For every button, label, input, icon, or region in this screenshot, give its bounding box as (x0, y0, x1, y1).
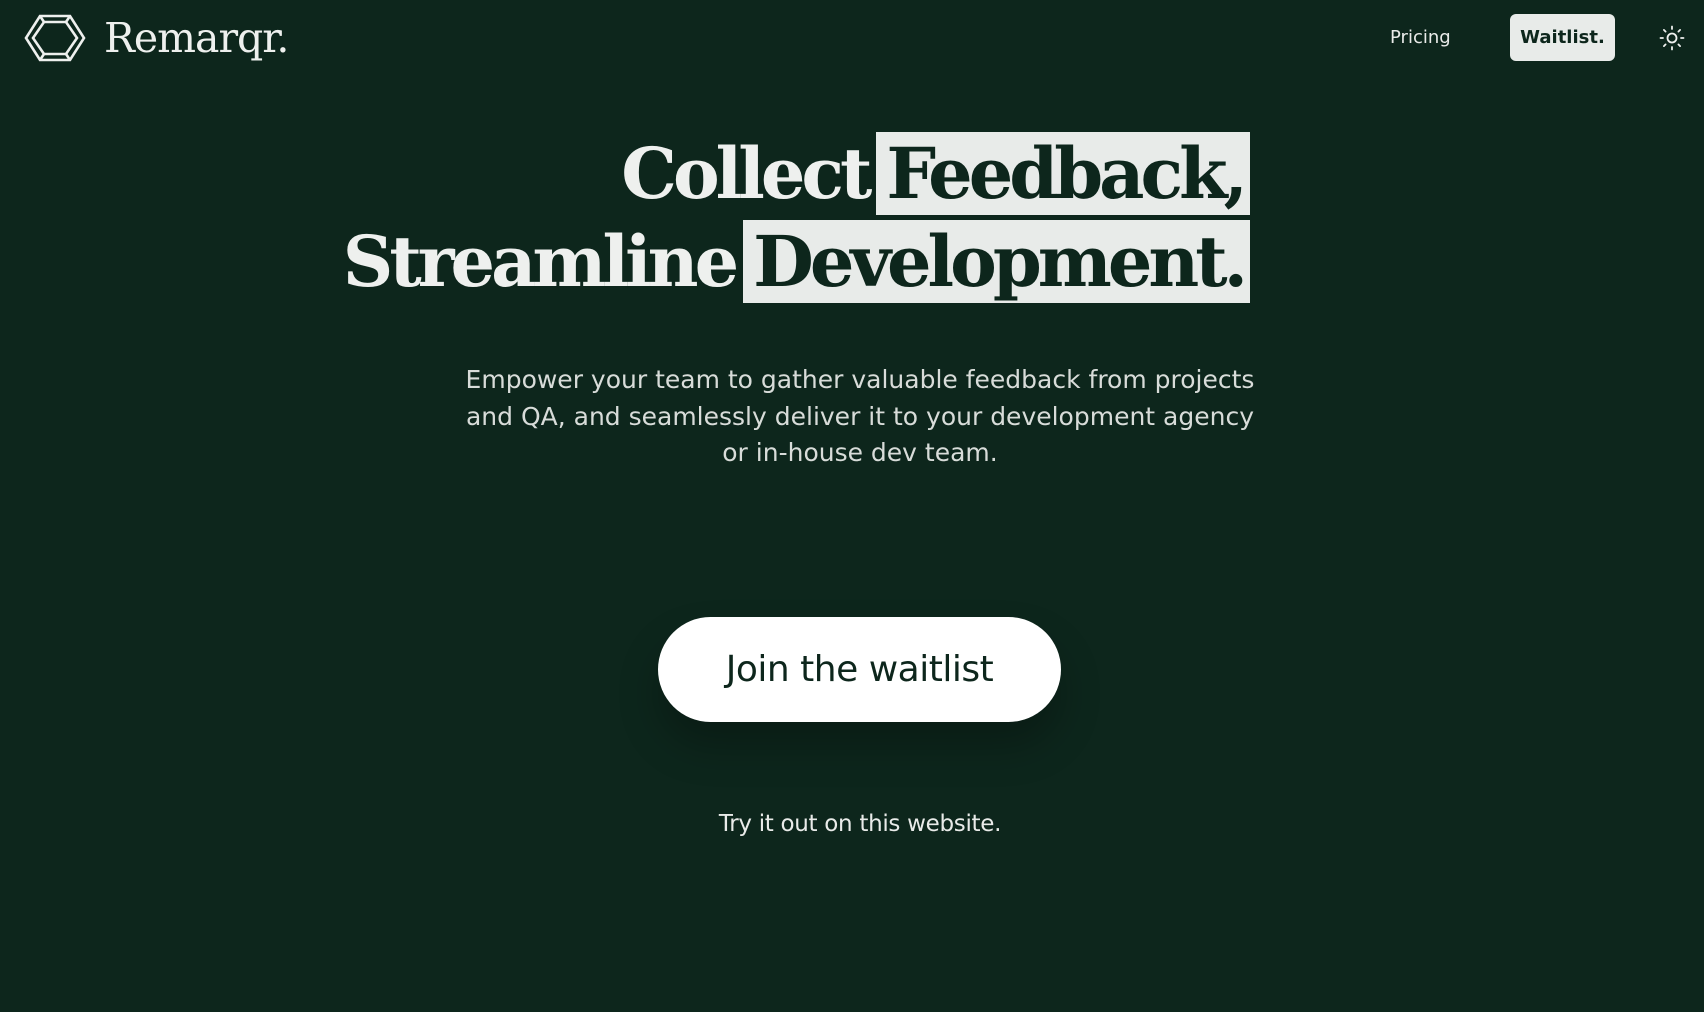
join-waitlist-button[interactable]: Join the waitlist (658, 617, 1061, 722)
hexagon-brackets-logo-icon (22, 14, 88, 62)
top-navbar: Remarqr. Pricing Waitlist. (0, 0, 1704, 76)
hero-headline: Collect Feedback, Streamline Development. (0, 130, 1250, 306)
hero-line-1: Collect Feedback, (0, 130, 1250, 218)
hero-highlight-feedback: Feedback, (876, 132, 1250, 215)
nav-waitlist-button[interactable]: Waitlist. (1510, 14, 1615, 61)
nav-pricing-link[interactable]: Pricing (1390, 24, 1451, 52)
hero-subtitle: Empower your team to gather valuable fee… (465, 365, 1255, 467)
try-it-out-link[interactable]: Try it out on this website. (0, 811, 1704, 837)
nav-waitlist-label: Waitlist. (1520, 27, 1605, 48)
hero-highlight-development: Development. (743, 220, 1250, 303)
join-waitlist-label: Join the waitlist (725, 649, 994, 690)
hero-word-streamline: Streamline (342, 220, 739, 303)
brand-link[interactable]: Remarqr. (22, 13, 289, 63)
hero-word-collect: Collect (621, 132, 872, 215)
theme-toggle-sun-icon[interactable] (1659, 25, 1685, 51)
hero-line-2: Streamline Development. (0, 218, 1250, 306)
brand-name: Remarqr. (104, 14, 289, 62)
